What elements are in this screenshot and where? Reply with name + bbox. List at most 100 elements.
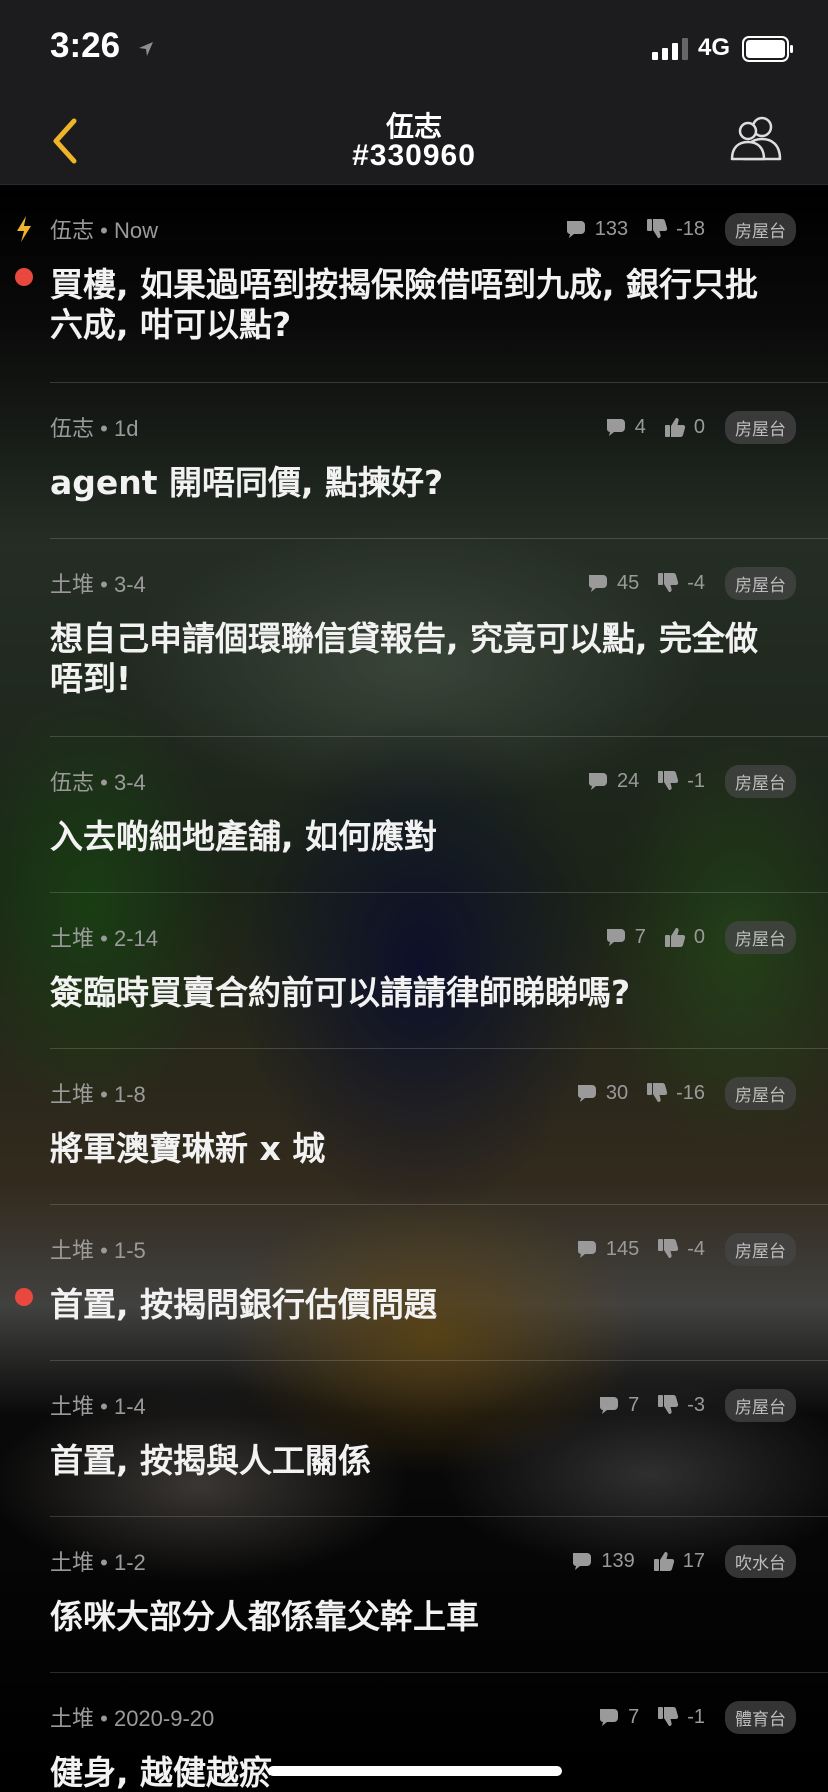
meta-separator: • bbox=[94, 1550, 114, 1575]
category-tag[interactable]: 吹水台 bbox=[725, 1544, 796, 1578]
thread-author: 土堆 bbox=[50, 1550, 95, 1575]
thumbs-down-icon bbox=[657, 1238, 679, 1260]
thumbs-down-icon bbox=[657, 770, 679, 792]
thread-row[interactable]: 伍志 • Now 133 -18 房屋台買樓, 如果過唔到按揭保險借唔到九成, 銀行只… bbox=[0, 185, 828, 383]
vote-count: -4 bbox=[657, 1238, 705, 1261]
thread-row[interactable]: 土堆 • 1-4 7 -3 房屋台首置, 按揭與人工關係 bbox=[0, 1361, 828, 1517]
home-indicator bbox=[268, 1766, 562, 1776]
battery-icon bbox=[742, 36, 793, 62]
thread-row[interactable]: 土堆 • 2-14 7 0 房屋台 簽臨時買賣合約前可以請請律師睇睇嗎? bbox=[0, 893, 828, 1049]
thread-row[interactable]: 伍志 • 3-4 24 -1 房屋台 入去啲細地產舖, 如何應對 bbox=[0, 737, 828, 893]
thread-time: 1-2 bbox=[113, 1550, 146, 1575]
vote-count: -3 bbox=[657, 1394, 705, 1417]
reply-count: 45 bbox=[587, 572, 639, 595]
thread-meta: 伍志 • Now bbox=[50, 213, 158, 245]
thread-title[interactable]: 首置, 按揭問銀行估價問題 bbox=[50, 1285, 788, 1325]
thread-row[interactable]: 土堆 • 1-2 139 17 吹水台係咪大部分人都係靠父幹上車 bbox=[0, 1517, 828, 1673]
reply-count-value: 7 bbox=[628, 1393, 640, 1416]
thread-author: 土堆 bbox=[50, 1082, 95, 1107]
vote-count-value: -16 bbox=[676, 1081, 705, 1104]
thread-time: 1-5 bbox=[113, 1238, 146, 1263]
thread-stats: 24 -1 房屋台 bbox=[587, 764, 796, 798]
reply-count-value: 4 bbox=[634, 415, 646, 438]
thread-row[interactable]: 土堆 • 1-5 145 -4 房屋台首置, 按揭問銀行估價問題 bbox=[0, 1205, 828, 1361]
thread-author: 土堆 bbox=[50, 572, 95, 597]
vote-count: 0 bbox=[664, 926, 705, 949]
category-tag[interactable]: 房屋台 bbox=[725, 566, 796, 600]
reply-count: 133 bbox=[565, 218, 628, 241]
category-tag[interactable]: 體育台 bbox=[725, 1700, 796, 1734]
vote-count-value: -1 bbox=[687, 769, 705, 792]
thread-title[interactable]: 首置, 按揭與人工關係 bbox=[50, 1441, 788, 1481]
thread-list: 伍志 • Now 133 -18 房屋台 買樓, 如果過唔到按揭保險借唔到九成, 銀行只… bbox=[0, 185, 828, 1792]
reply-count-value: 7 bbox=[628, 1705, 640, 1728]
users-icon[interactable] bbox=[728, 113, 784, 165]
thumbs-up-icon bbox=[653, 1550, 675, 1572]
vote-count-value: 0 bbox=[693, 925, 705, 948]
status-time: 3:26 bbox=[50, 26, 121, 65]
category-tag[interactable]: 房屋台 bbox=[725, 920, 796, 954]
comment-icon bbox=[576, 1083, 598, 1103]
reply-count: 7 bbox=[598, 1706, 639, 1729]
thumbs-down-icon bbox=[657, 1394, 679, 1416]
thread-meta: 土堆 • 1-2 bbox=[50, 1545, 146, 1577]
comment-icon bbox=[587, 573, 609, 593]
category-tag[interactable]: 房屋台 bbox=[725, 1388, 796, 1422]
navigation-bar: 伍志 #330960 bbox=[0, 95, 828, 185]
reply-count-value: 45 bbox=[616, 571, 640, 594]
thread-time: 2-14 bbox=[113, 926, 158, 951]
thread-author: 土堆 bbox=[50, 1706, 95, 1731]
thread-title[interactable]: 買樓, 如果過唔到按揭保險借唔到九成, 銀行只批六成, 咁可以點? bbox=[50, 265, 788, 345]
category-tag[interactable]: 房屋台 bbox=[725, 1232, 796, 1266]
vote-count-value: -18 bbox=[676, 217, 705, 240]
meta-separator: • bbox=[94, 572, 114, 597]
unread-dot bbox=[15, 1288, 33, 1306]
thread-stats: 7 -1 體育台 bbox=[598, 1700, 796, 1734]
vote-count: -18 bbox=[646, 218, 705, 241]
category-tag[interactable]: 房屋台 bbox=[725, 764, 796, 798]
thread-stats: 133 -18 房屋台 bbox=[565, 212, 796, 246]
thread-author: 土堆 bbox=[50, 1238, 95, 1263]
thumbs-up-icon bbox=[664, 416, 686, 438]
thread-stats: 45 -4 房屋台 bbox=[587, 566, 796, 600]
thread-title[interactable]: 簽臨時買賣合約前可以請請律師睇睇嗎? bbox=[50, 973, 788, 1013]
reply-count: 139 bbox=[571, 1550, 635, 1573]
comment-icon bbox=[605, 927, 627, 947]
reply-count: 145 bbox=[576, 1238, 639, 1261]
thread-time: 3-4 bbox=[113, 572, 146, 597]
vote-count: 0 bbox=[664, 416, 705, 439]
category-tag[interactable]: 房屋台 bbox=[725, 212, 796, 246]
thread-meta: 伍志 • 1d bbox=[50, 411, 138, 443]
thread-time: 2020-9-20 bbox=[113, 1706, 215, 1731]
thread-meta: 土堆 • 1-4 bbox=[50, 1389, 146, 1421]
thread-meta: 土堆 • 1-5 bbox=[50, 1233, 146, 1265]
meta-separator: • bbox=[94, 770, 114, 795]
meta-separator: • bbox=[94, 1082, 114, 1107]
thread-row[interactable]: 伍志 • 1d 4 0 房屋台 agent 開唔同價, 點揀好? bbox=[0, 383, 828, 539]
vote-count-value: 17 bbox=[682, 1549, 705, 1572]
thread-stats: 145 -4 房屋台 bbox=[576, 1232, 796, 1266]
thumbs-down-icon bbox=[657, 572, 679, 594]
vote-count-value: -4 bbox=[687, 1237, 705, 1260]
status-bar: 3:26 4G bbox=[0, 0, 828, 95]
vote-count: -4 bbox=[657, 572, 705, 595]
thread-title[interactable]: 入去啲細地產舖, 如何應對 bbox=[50, 817, 788, 857]
category-tag[interactable]: 房屋台 bbox=[725, 1076, 796, 1110]
signal-strength-icon bbox=[652, 38, 688, 60]
thumbs-down-icon bbox=[646, 218, 668, 240]
meta-separator: • bbox=[94, 218, 114, 243]
thread-title[interactable]: 係咪大部分人都係靠父幹上車 bbox=[50, 1597, 788, 1637]
comment-icon bbox=[571, 1551, 593, 1571]
thread-row[interactable]: 土堆 • 3-4 45 -4 房屋台想自己申請個環聯信貸報告, 究竟可以點, 完全做唔… bbox=[0, 539, 828, 737]
thread-row[interactable]: 土堆 • 1-8 30 -16 房屋台 將軍澳寶琳新 x 城 bbox=[0, 1049, 828, 1205]
thumbs-down-icon bbox=[646, 1082, 668, 1104]
vote-count: 17 bbox=[653, 1550, 705, 1573]
thread-title[interactable]: 將軍澳寶琳新 x 城 bbox=[50, 1129, 788, 1169]
thread-time: 1-4 bbox=[113, 1394, 146, 1419]
thread-title[interactable]: agent 開唔同價, 點揀好? bbox=[50, 463, 788, 503]
meta-separator: • bbox=[94, 926, 114, 951]
thread-author: 土堆 bbox=[50, 926, 95, 951]
category-tag[interactable]: 房屋台 bbox=[725, 410, 796, 444]
location-arrow-icon bbox=[139, 42, 153, 56]
thread-title[interactable]: 想自己申請個環聯信貸報告, 究竟可以點, 完全做唔到! bbox=[50, 619, 788, 699]
